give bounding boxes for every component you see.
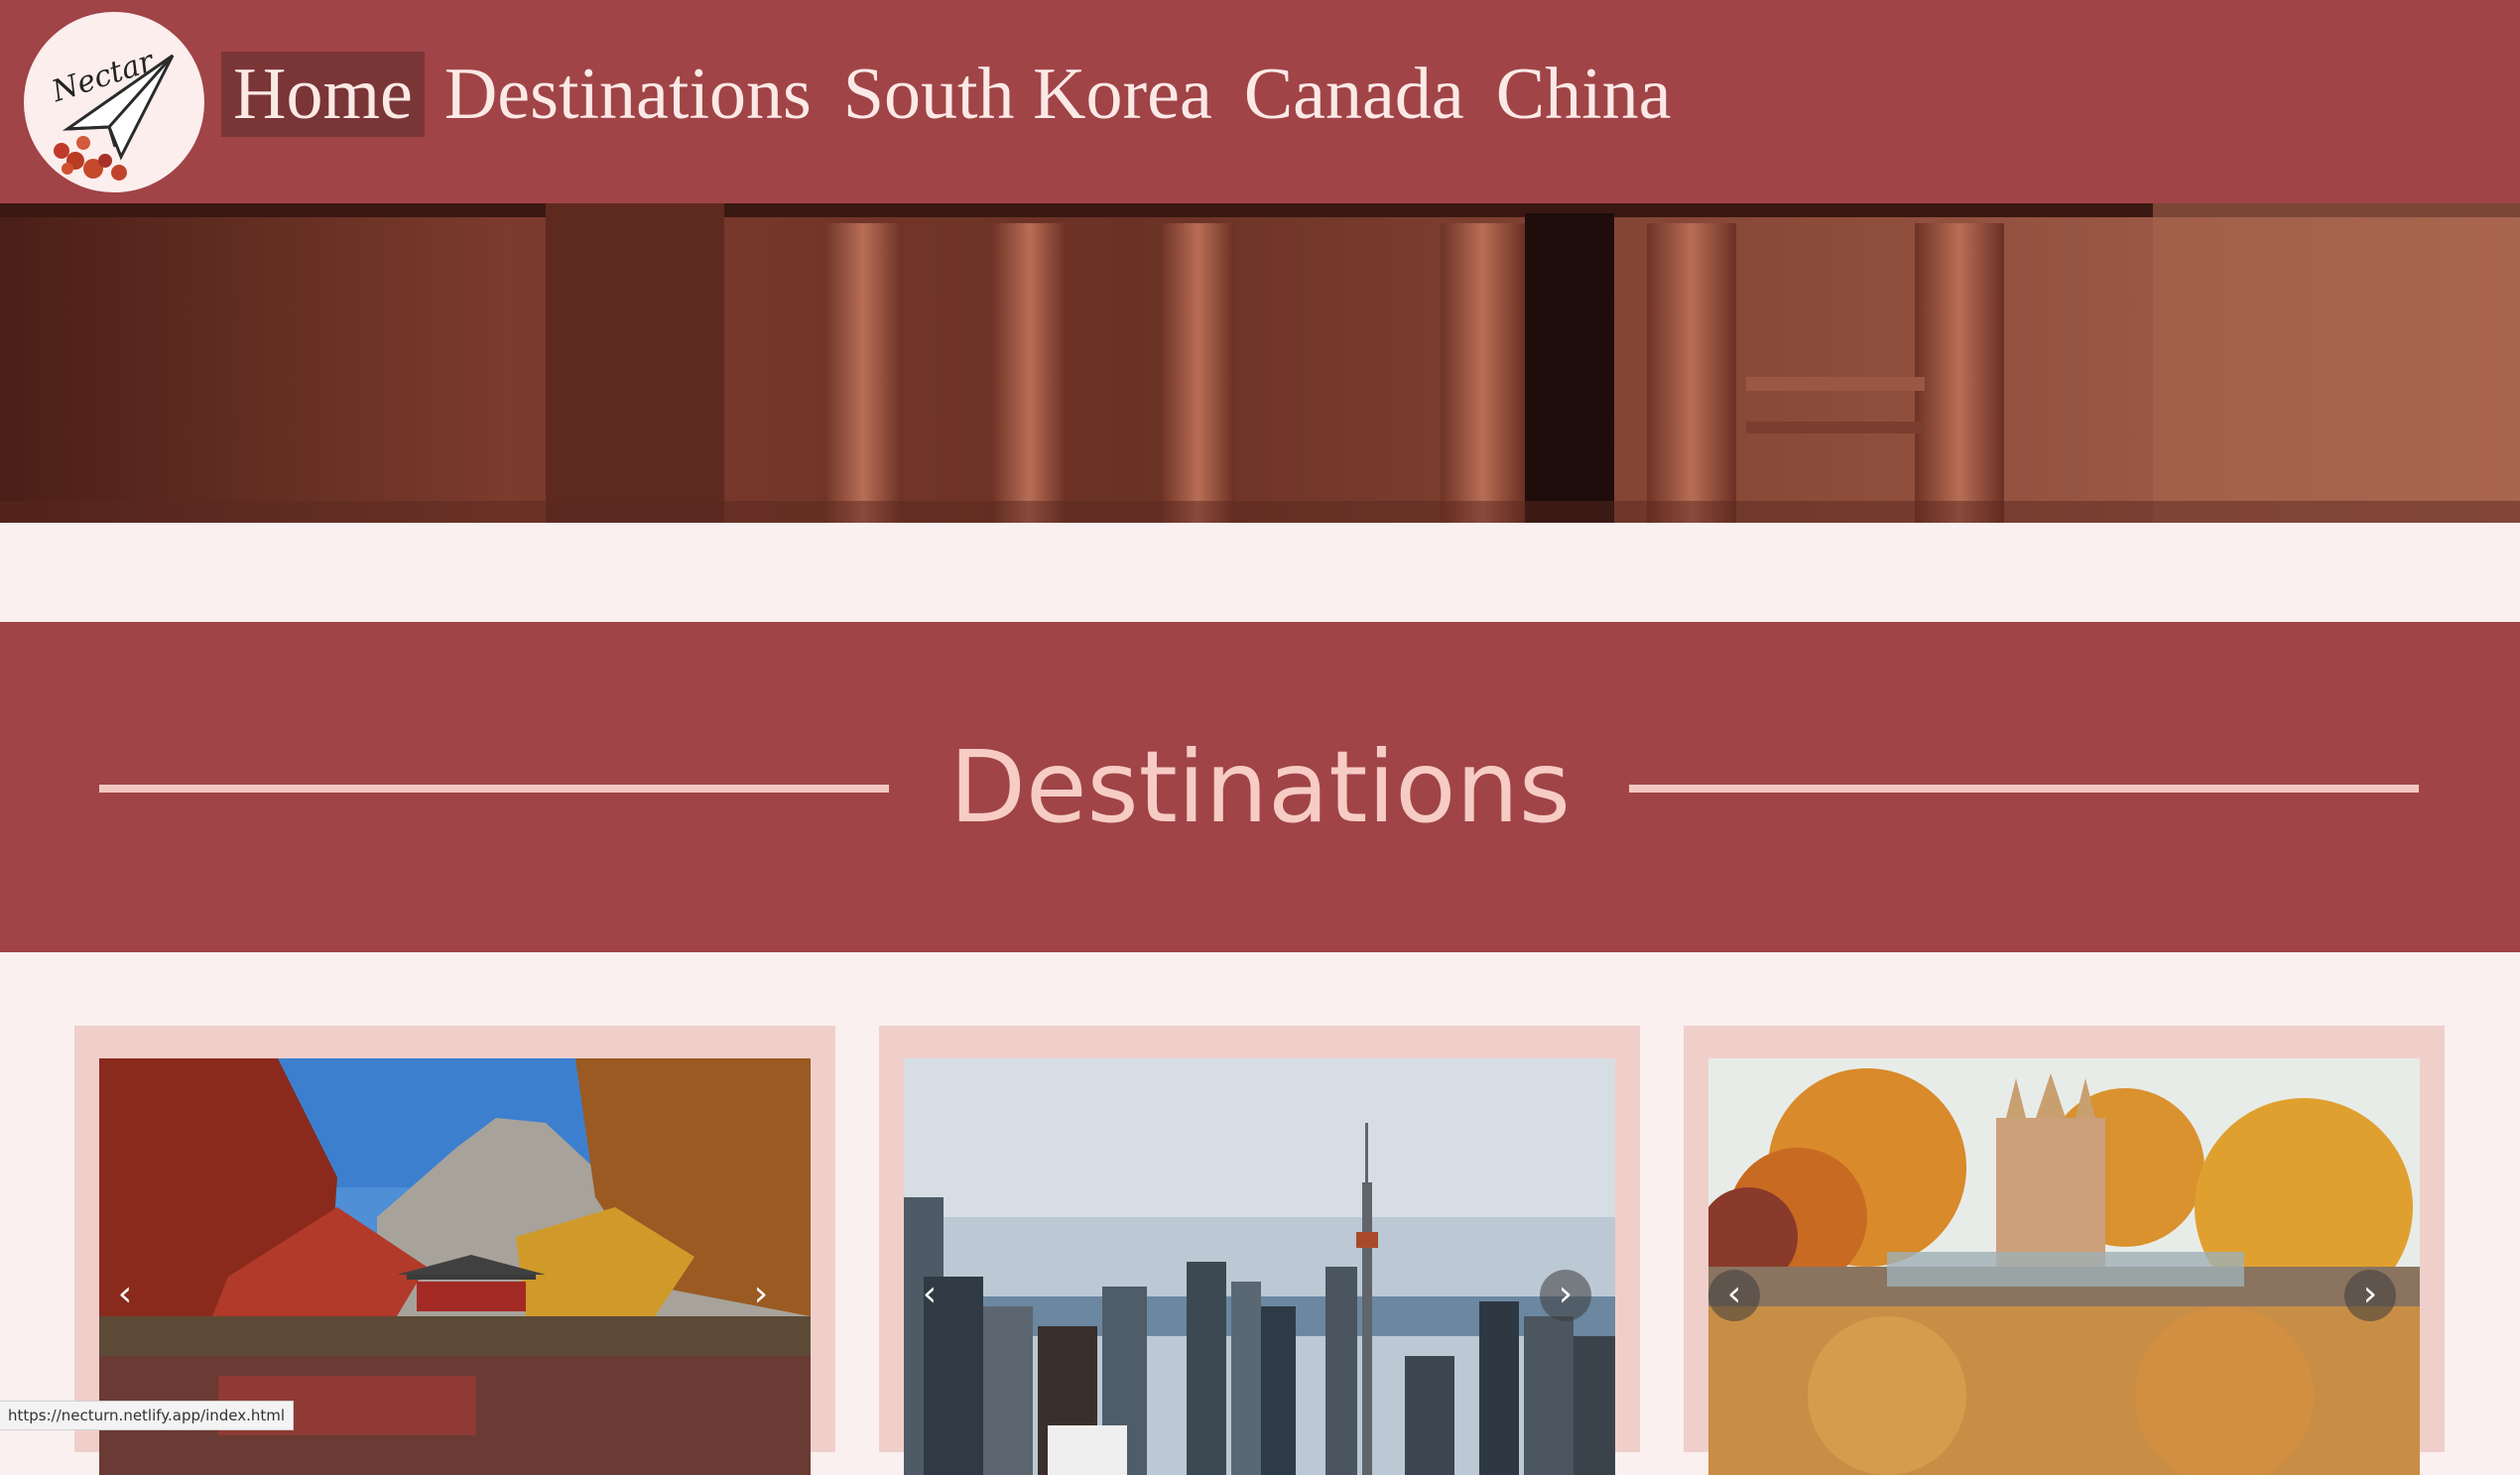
top-navbar: Nectar Home Destinations South Korea Can… bbox=[0, 0, 2520, 203]
destination-card-canada[interactable]: ‹ › bbox=[879, 1026, 1640, 1475]
carousel-prev-button[interactable]: ‹ bbox=[99, 1270, 151, 1321]
destinations-heading-band: Destinations bbox=[0, 622, 2520, 952]
heading-divider-right bbox=[1629, 785, 2419, 793]
carousel-next-button[interactable]: › bbox=[735, 1270, 787, 1321]
carousel-image-china bbox=[1708, 1058, 2420, 1475]
carousel-prev-button[interactable]: ‹ bbox=[1708, 1270, 1760, 1321]
carousel-image-canada bbox=[904, 1058, 1615, 1475]
carousel-next-button[interactable]: › bbox=[2344, 1270, 2396, 1321]
nav-south-korea[interactable]: South Korea bbox=[831, 52, 1224, 137]
hero-banner-image bbox=[0, 203, 2520, 523]
nectar-logo[interactable]: Nectar bbox=[24, 12, 204, 192]
carousel-next-button[interactable]: › bbox=[1540, 1270, 1591, 1321]
paper-plane-icon: Nectar bbox=[25, 13, 203, 191]
destination-card-south-korea[interactable]: ‹ › bbox=[74, 1026, 835, 1475]
nav-destinations[interactable]: Destinations bbox=[433, 52, 823, 137]
main-nav: Home Destinations South Korea Canada Chi… bbox=[221, 52, 1692, 137]
destination-card-china[interactable]: ‹ › bbox=[1684, 1026, 2445, 1475]
browser-status-url: https://necturn.netlify.app/index.html bbox=[0, 1401, 295, 1430]
nav-canada[interactable]: Canada bbox=[1232, 52, 1476, 137]
carousel-prev-button[interactable]: ‹ bbox=[904, 1270, 955, 1321]
nav-home[interactable]: Home bbox=[221, 52, 425, 137]
nav-china[interactable]: China bbox=[1484, 52, 1684, 137]
